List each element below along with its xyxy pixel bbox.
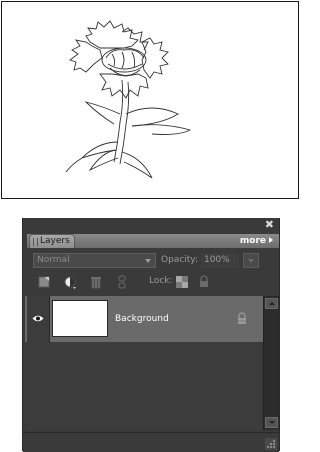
panel-footer xyxy=(23,432,279,452)
document-canvas[interactable] xyxy=(1,1,299,199)
layer-tools-row: Lock: xyxy=(23,274,279,292)
layers-panel: ✖ Layers more Normal Opacity: 100% Lock:… xyxy=(22,218,280,452)
visibility-toggle[interactable] xyxy=(27,296,50,342)
layer-row-background[interactable]: Background xyxy=(25,296,263,342)
resize-grip-icon[interactable] xyxy=(265,438,277,450)
more-arrow-icon xyxy=(269,236,273,243)
blend-opacity-row: Normal Opacity: 100% xyxy=(23,252,279,270)
padlock-icon xyxy=(238,312,246,324)
flower-line-art xyxy=(65,20,192,179)
scroll-down-button[interactable] xyxy=(265,417,278,428)
layers-scrollbar[interactable] xyxy=(263,296,279,430)
eye-icon xyxy=(32,315,44,322)
lock-transparency-icon[interactable] xyxy=(175,275,189,289)
new-layer-icon[interactable] xyxy=(37,275,51,289)
trash-icon[interactable] xyxy=(89,275,103,289)
more-button[interactable]: more xyxy=(240,234,273,248)
blend-mode-value: Normal xyxy=(37,255,70,265)
opacity-slider-button[interactable] xyxy=(243,253,259,268)
close-icon[interactable]: ✖ xyxy=(265,219,274,231)
more-label: more xyxy=(239,236,266,246)
layers-list: Background xyxy=(25,296,263,430)
blend-mode-select[interactable]: Normal xyxy=(33,253,156,268)
link-icon[interactable] xyxy=(115,275,129,289)
chevron-down-icon xyxy=(145,259,151,263)
lock-all-icon[interactable] xyxy=(197,275,211,289)
adjustment-layer-icon[interactable] xyxy=(63,275,77,289)
layer-thumbnail xyxy=(52,300,108,337)
layer-name: Background xyxy=(115,314,169,324)
tab-layers-label: Layers xyxy=(40,236,70,246)
tab-layers[interactable]: Layers xyxy=(29,234,75,248)
lock-label: Lock: xyxy=(149,276,173,286)
scroll-up-button[interactable] xyxy=(265,298,278,309)
tab-strip: Layers more xyxy=(27,234,279,248)
opacity-label: Opacity: xyxy=(161,255,198,265)
panel-title-bar: ✖ xyxy=(23,218,279,232)
grip-icon[interactable] xyxy=(33,238,38,246)
opacity-input[interactable]: 100% xyxy=(201,253,239,268)
